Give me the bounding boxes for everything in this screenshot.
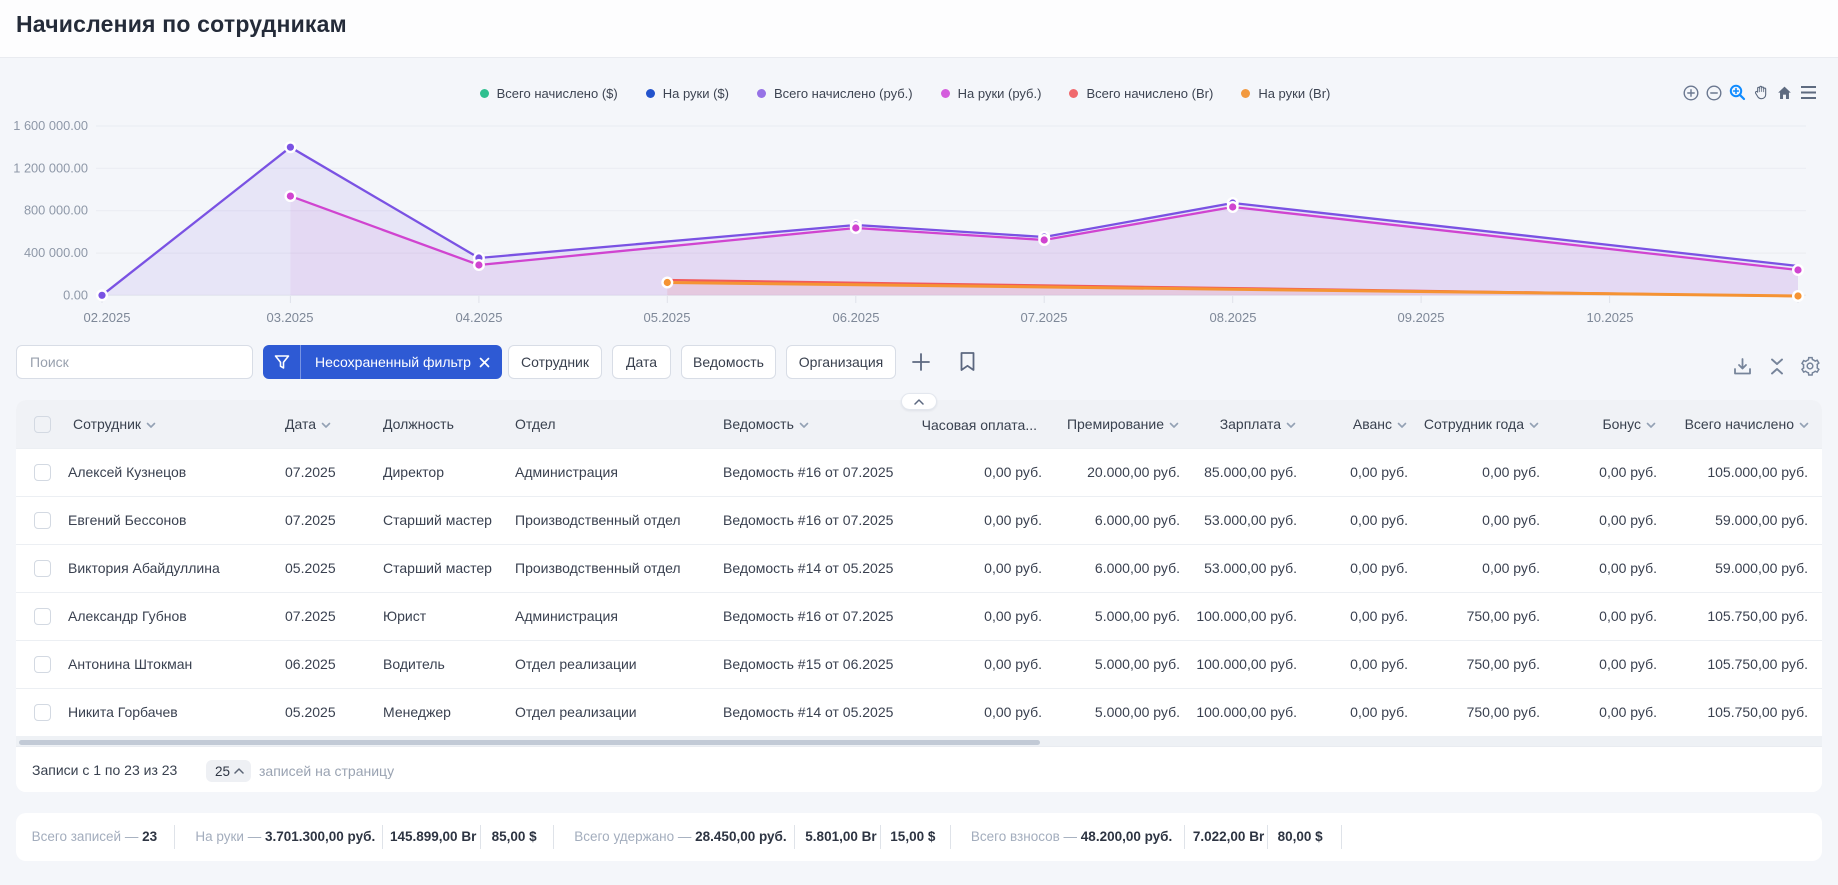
svg-text:1 200 000.00: 1 200 000.00	[13, 160, 88, 175]
svg-text:1 600 000.00: 1 600 000.00	[13, 118, 88, 133]
svg-text:02.2025: 02.2025	[84, 310, 131, 325]
svg-text:0.00: 0.00	[63, 287, 88, 302]
svg-text:03.2025: 03.2025	[267, 310, 314, 325]
svg-text:800 000.00: 800 000.00	[24, 203, 88, 218]
svg-text:10.2025: 10.2025	[1587, 310, 1634, 325]
svg-text:07.2025: 07.2025	[1021, 310, 1068, 325]
svg-text:06.2025: 06.2025	[833, 310, 880, 325]
svg-text:09.2025: 09.2025	[1398, 310, 1445, 325]
svg-text:04.2025: 04.2025	[456, 310, 503, 325]
svg-text:08.2025: 08.2025	[1210, 310, 1257, 325]
svg-text:05.2025: 05.2025	[644, 310, 691, 325]
svg-text:400 000.00: 400 000.00	[24, 245, 88, 260]
